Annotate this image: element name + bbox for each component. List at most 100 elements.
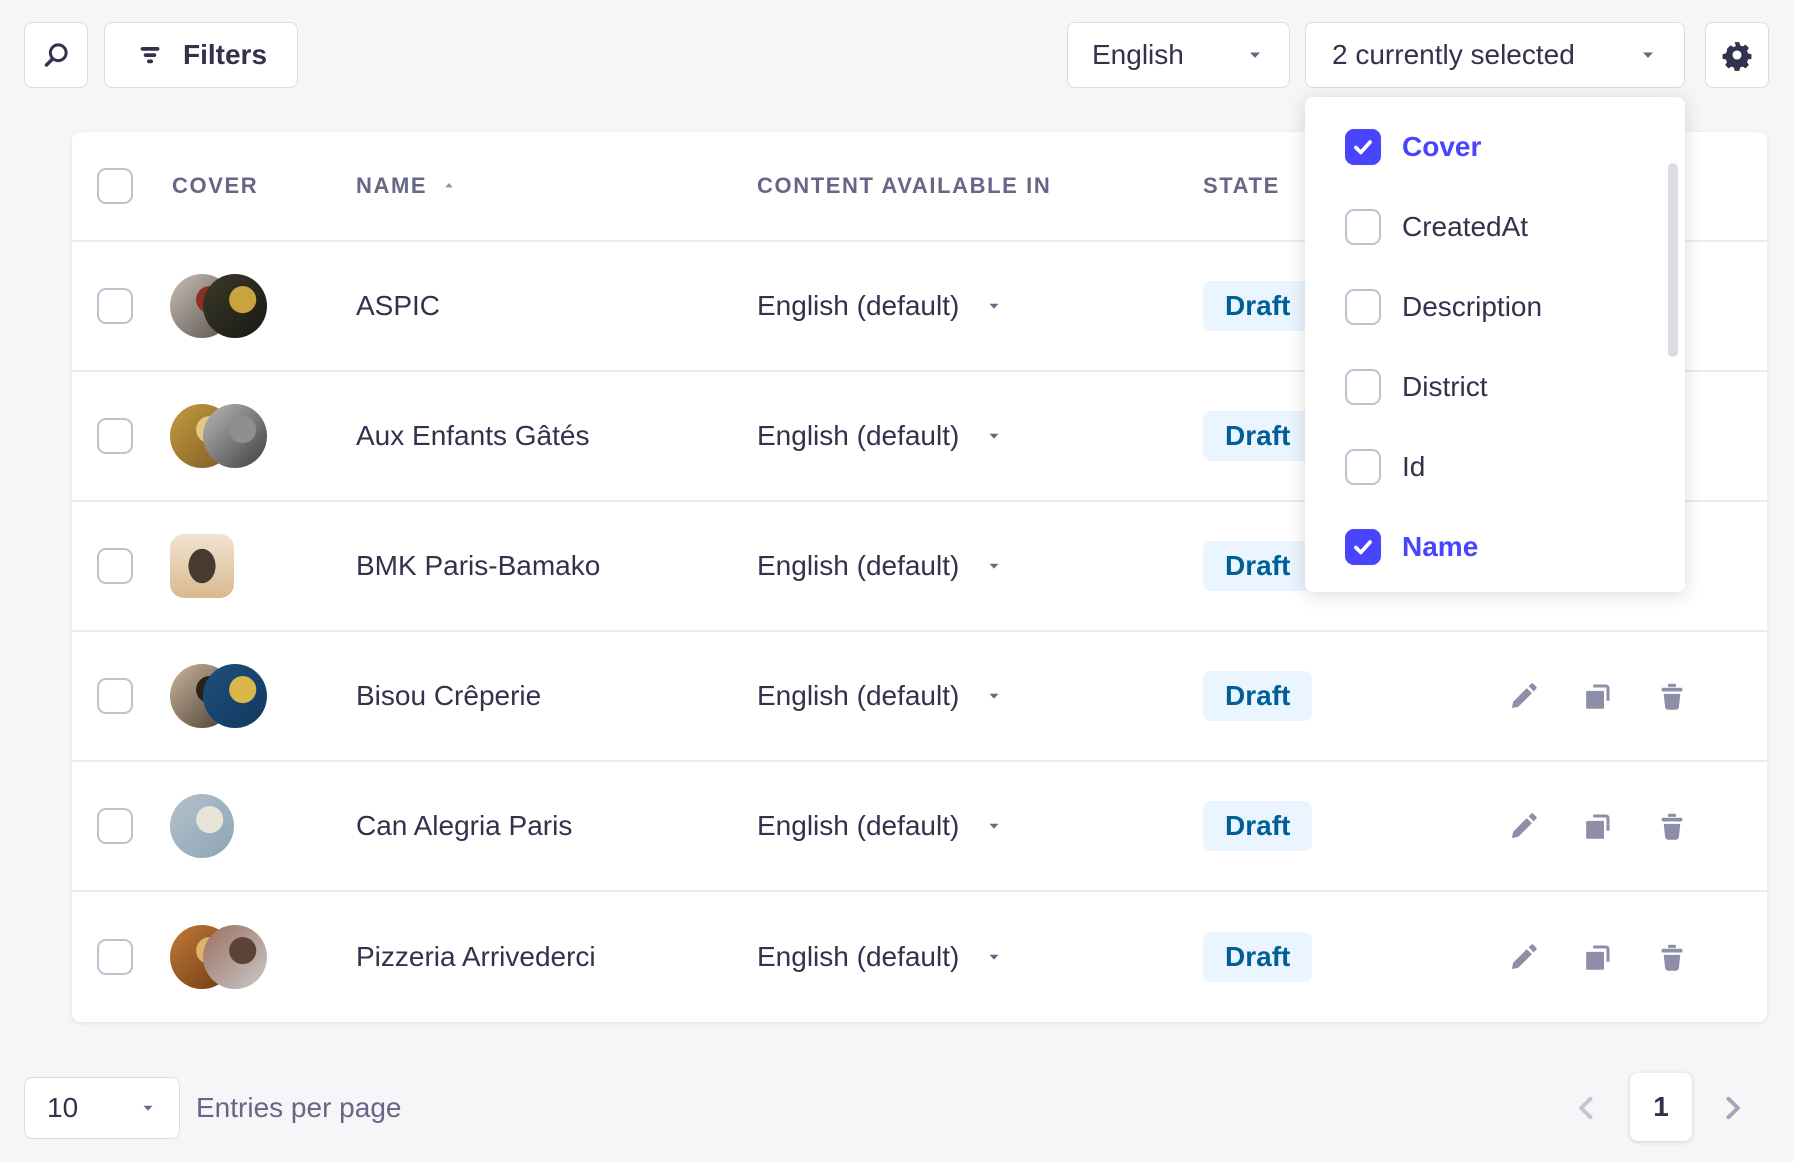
page-size-value: 10	[47, 1092, 78, 1124]
entry-name: ASPIC	[356, 290, 440, 322]
column-checkbox[interactable]	[1345, 209, 1381, 245]
column-checkbox[interactable]	[1345, 449, 1381, 485]
chevron-left-icon	[1570, 1091, 1604, 1125]
state-badge: Draft	[1203, 281, 1312, 331]
next-page-button[interactable]	[1714, 1090, 1750, 1126]
row-locale-dropdown[interactable]: English (default)	[757, 680, 1003, 712]
trash-icon	[1656, 810, 1688, 842]
select-all-checkbox[interactable]	[97, 168, 133, 204]
column-toggle-item[interactable]: CreatedAt	[1305, 187, 1685, 267]
column-toggle-item[interactable]: Id	[1305, 427, 1685, 507]
row-checkbox[interactable]	[97, 939, 133, 975]
cover-photo	[203, 664, 267, 728]
row-actions	[1507, 809, 1689, 843]
entry-name: Bisou Crêperie	[356, 680, 541, 712]
cover-photo	[203, 404, 267, 468]
row-locale-value: English (default)	[757, 290, 959, 322]
column-toggle-label: Cover	[1402, 131, 1481, 163]
table-row[interactable]: Pizzeria Arrivederci English (default) D…	[72, 892, 1767, 1022]
filters-button[interactable]: Filters	[104, 22, 298, 88]
state-badge: Draft	[1203, 932, 1312, 982]
row-checkbox[interactable]	[97, 288, 133, 324]
row-locale-dropdown[interactable]: English (default)	[757, 290, 1003, 322]
edit-pencil-icon	[1508, 941, 1540, 973]
delete-button[interactable]	[1655, 940, 1689, 974]
sort-ascending-icon	[441, 178, 457, 194]
search-button[interactable]	[24, 22, 88, 88]
column-checkbox[interactable]	[1345, 369, 1381, 405]
settings-button[interactable]	[1705, 22, 1769, 88]
checkmark-icon	[1350, 534, 1376, 560]
duplicate-icon	[1582, 680, 1614, 712]
edit-button[interactable]	[1507, 679, 1541, 713]
cover-image	[170, 404, 270, 468]
column-toggle-item[interactable]: Description	[1305, 267, 1685, 347]
row-locale-value: English (default)	[757, 420, 959, 452]
cover-image	[170, 274, 270, 338]
duplicate-button[interactable]	[1581, 940, 1615, 974]
previous-page-button[interactable]	[1569, 1090, 1605, 1126]
trash-icon	[1656, 680, 1688, 712]
cover-image	[170, 925, 270, 989]
columns-select-value: 2 currently selected	[1332, 39, 1575, 71]
cover-image	[170, 794, 270, 858]
gear-icon	[1721, 39, 1753, 71]
locale-select[interactable]: English	[1067, 22, 1290, 88]
duplicate-icon	[1582, 810, 1614, 842]
row-locale-dropdown[interactable]: English (default)	[757, 550, 1003, 582]
column-toggle-item[interactable]: District	[1305, 347, 1685, 427]
cover-image	[170, 534, 270, 598]
state-badge: Draft	[1203, 541, 1312, 591]
columns-dropdown-items: Cover CreatedAt Description District	[1305, 107, 1685, 587]
row-locale-value: English (default)	[757, 680, 959, 712]
checkmark-icon	[1350, 134, 1376, 160]
cover-photo	[203, 274, 267, 338]
state-badge: Draft	[1203, 411, 1312, 461]
table-row[interactable]: Bisou Crêperie English (default) Draft	[72, 632, 1767, 762]
table-row[interactable]: Can Alegria Paris English (default) Draf…	[72, 762, 1767, 892]
caret-down-icon	[1245, 45, 1265, 65]
duplicate-button[interactable]	[1581, 679, 1615, 713]
column-toggle-item[interactable]: Name	[1305, 507, 1685, 587]
cover-photo	[203, 925, 267, 989]
filters-button-label: Filters	[183, 39, 267, 71]
entry-name: BMK Paris-Bamako	[356, 550, 600, 582]
duplicate-icon	[1582, 941, 1614, 973]
row-locale-dropdown[interactable]: English (default)	[757, 941, 1003, 973]
column-header-state: STATE	[1203, 173, 1280, 199]
dropdown-scrollbar[interactable]	[1668, 163, 1678, 357]
column-toggle-label: CreatedAt	[1402, 211, 1528, 243]
caret-down-icon	[1638, 45, 1658, 65]
row-checkbox[interactable]	[97, 548, 133, 584]
row-checkbox[interactable]	[97, 678, 133, 714]
delete-button[interactable]	[1655, 679, 1689, 713]
caret-down-icon	[985, 557, 1003, 575]
column-checkbox[interactable]	[1345, 529, 1381, 565]
edit-pencil-icon	[1508, 680, 1540, 712]
row-checkbox[interactable]	[97, 808, 133, 844]
column-toggle-item[interactable]: Cover	[1305, 107, 1685, 187]
page-number: 1	[1653, 1091, 1669, 1122]
filter-icon	[135, 40, 165, 70]
search-icon	[41, 40, 71, 70]
caret-down-icon	[139, 1099, 157, 1117]
caret-down-icon	[985, 817, 1003, 835]
row-locale-dropdown[interactable]: English (default)	[757, 810, 1003, 842]
column-checkbox[interactable]	[1345, 129, 1381, 165]
columns-select[interactable]: 2 currently selected	[1305, 22, 1685, 88]
delete-button[interactable]	[1655, 809, 1689, 843]
entries-per-page-label: Entries per page	[196, 1092, 401, 1124]
row-locale-dropdown[interactable]: English (default)	[757, 420, 1003, 452]
edit-button[interactable]	[1507, 809, 1541, 843]
caret-down-icon	[985, 427, 1003, 445]
cover-photo	[170, 794, 234, 858]
column-header-name[interactable]: NAME	[356, 173, 457, 199]
duplicate-button[interactable]	[1581, 809, 1615, 843]
column-toggle-label: District	[1402, 371, 1488, 403]
row-checkbox[interactable]	[97, 418, 133, 454]
entry-name: Can Alegria Paris	[356, 810, 572, 842]
edit-button[interactable]	[1507, 940, 1541, 974]
page-1-button[interactable]: 1	[1630, 1073, 1692, 1141]
column-checkbox[interactable]	[1345, 289, 1381, 325]
page-size-select[interactable]: 10	[24, 1077, 180, 1139]
